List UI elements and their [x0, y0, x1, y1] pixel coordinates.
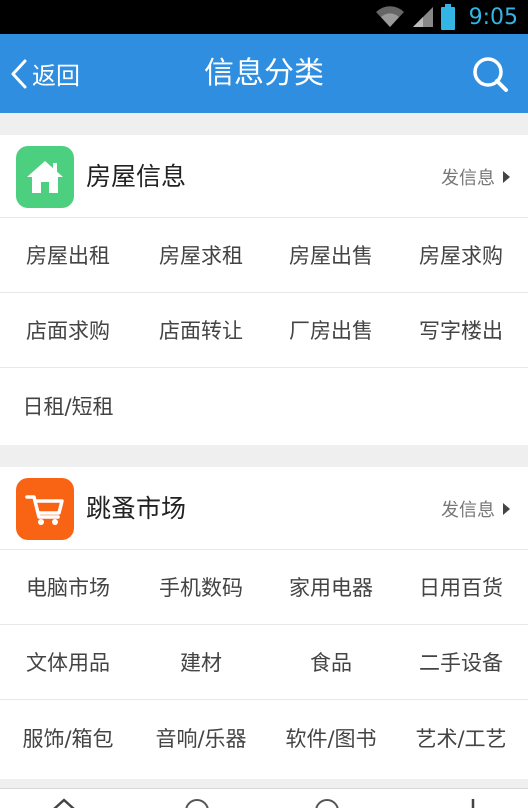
category-row: 文体用品 建材 食品 二手设备 — [0, 625, 528, 700]
category-item[interactable]: 写字楼出 — [396, 293, 526, 367]
category-row: 房屋出租 房屋求租 房屋出售 房屋求购 — [0, 218, 528, 293]
caret-right-icon — [503, 170, 510, 183]
category-section-housing: 房屋信息 发信息 房屋出租 房屋求租 房屋出售 房屋求购 店面求购 店面转让 厂… — [0, 135, 528, 445]
category-item[interactable]: 日租/短租 — [0, 368, 136, 443]
status-time: 9:05 — [468, 4, 518, 30]
category-item[interactable]: 手机数码 — [136, 550, 266, 624]
caret-right-icon — [503, 502, 510, 515]
tab-icon[interactable] — [185, 799, 209, 808]
category-item[interactable]: 二手设备 — [396, 625, 526, 699]
tab-icon[interactable] — [315, 799, 339, 808]
category-section-flea-market: 跳蚤市场 发信息 电脑市场 手机数码 家用电器 日用百货 文体用品 建材 食品 … — [0, 467, 528, 779]
category-item[interactable]: 音响/乐器 — [136, 700, 266, 775]
category-item[interactable]: 房屋求购 — [396, 218, 526, 292]
category-item[interactable]: 食品 — [266, 625, 396, 699]
bottom-tab-bar — [0, 788, 528, 808]
category-row: 日租/短租 — [0, 368, 528, 443]
category-item[interactable]: 电脑市场 — [0, 550, 136, 624]
section-header: 房屋信息 发信息 — [0, 135, 528, 218]
category-item[interactable]: 房屋出售 — [266, 218, 396, 292]
category-item[interactable]: 房屋出租 — [0, 218, 136, 292]
post-info-button[interactable]: 发信息 — [441, 135, 510, 218]
category-item[interactable]: 艺术/工艺 — [396, 700, 526, 775]
shopping-cart-icon — [16, 478, 74, 540]
category-item[interactable]: 建材 — [136, 625, 266, 699]
app-header: 返回 信息分类 — [0, 34, 528, 113]
section-title: 跳蚤市场 — [86, 494, 187, 523]
category-item[interactable]: 家用电器 — [266, 550, 396, 624]
home-icon[interactable] — [52, 797, 76, 808]
category-item[interactable]: 店面转让 — [136, 293, 266, 367]
category-row: 电脑市场 手机数码 家用电器 日用百货 — [0, 550, 528, 625]
category-row: 店面求购 店面转让 厂房出售 写字楼出 — [0, 293, 528, 368]
category-item[interactable]: 软件/图书 — [266, 700, 396, 775]
category-item[interactable]: 文体用品 — [0, 625, 136, 699]
category-row: 服饰/箱包 音响/乐器 软件/图书 艺术/工艺 — [0, 700, 528, 775]
category-item[interactable]: 服饰/箱包 — [0, 700, 136, 775]
section-title: 房屋信息 — [86, 162, 187, 191]
post-info-label: 发信息 — [441, 499, 495, 521]
wifi-icon — [375, 6, 404, 28]
post-info-button[interactable]: 发信息 — [441, 467, 510, 550]
back-label: 返回 — [32, 62, 80, 90]
tab-icon[interactable] — [466, 797, 480, 808]
battery-icon — [440, 4, 455, 30]
back-button[interactable]: 返回 — [10, 34, 80, 113]
signal-icon — [412, 7, 433, 27]
status-bar: 9:05 — [0, 0, 528, 34]
status-icons: 9:05 — [375, 0, 518, 34]
category-item[interactable]: 房屋求租 — [136, 218, 266, 292]
chevron-left-icon — [11, 59, 27, 88]
post-info-label: 发信息 — [441, 167, 495, 189]
search-icon[interactable] — [470, 54, 510, 94]
category-item[interactable]: 店面求购 — [0, 293, 136, 367]
category-item[interactable]: 日用百货 — [396, 550, 526, 624]
category-item[interactable]: 厂房出售 — [266, 293, 396, 367]
house-icon — [16, 146, 74, 208]
section-header: 跳蚤市场 发信息 — [0, 467, 528, 550]
